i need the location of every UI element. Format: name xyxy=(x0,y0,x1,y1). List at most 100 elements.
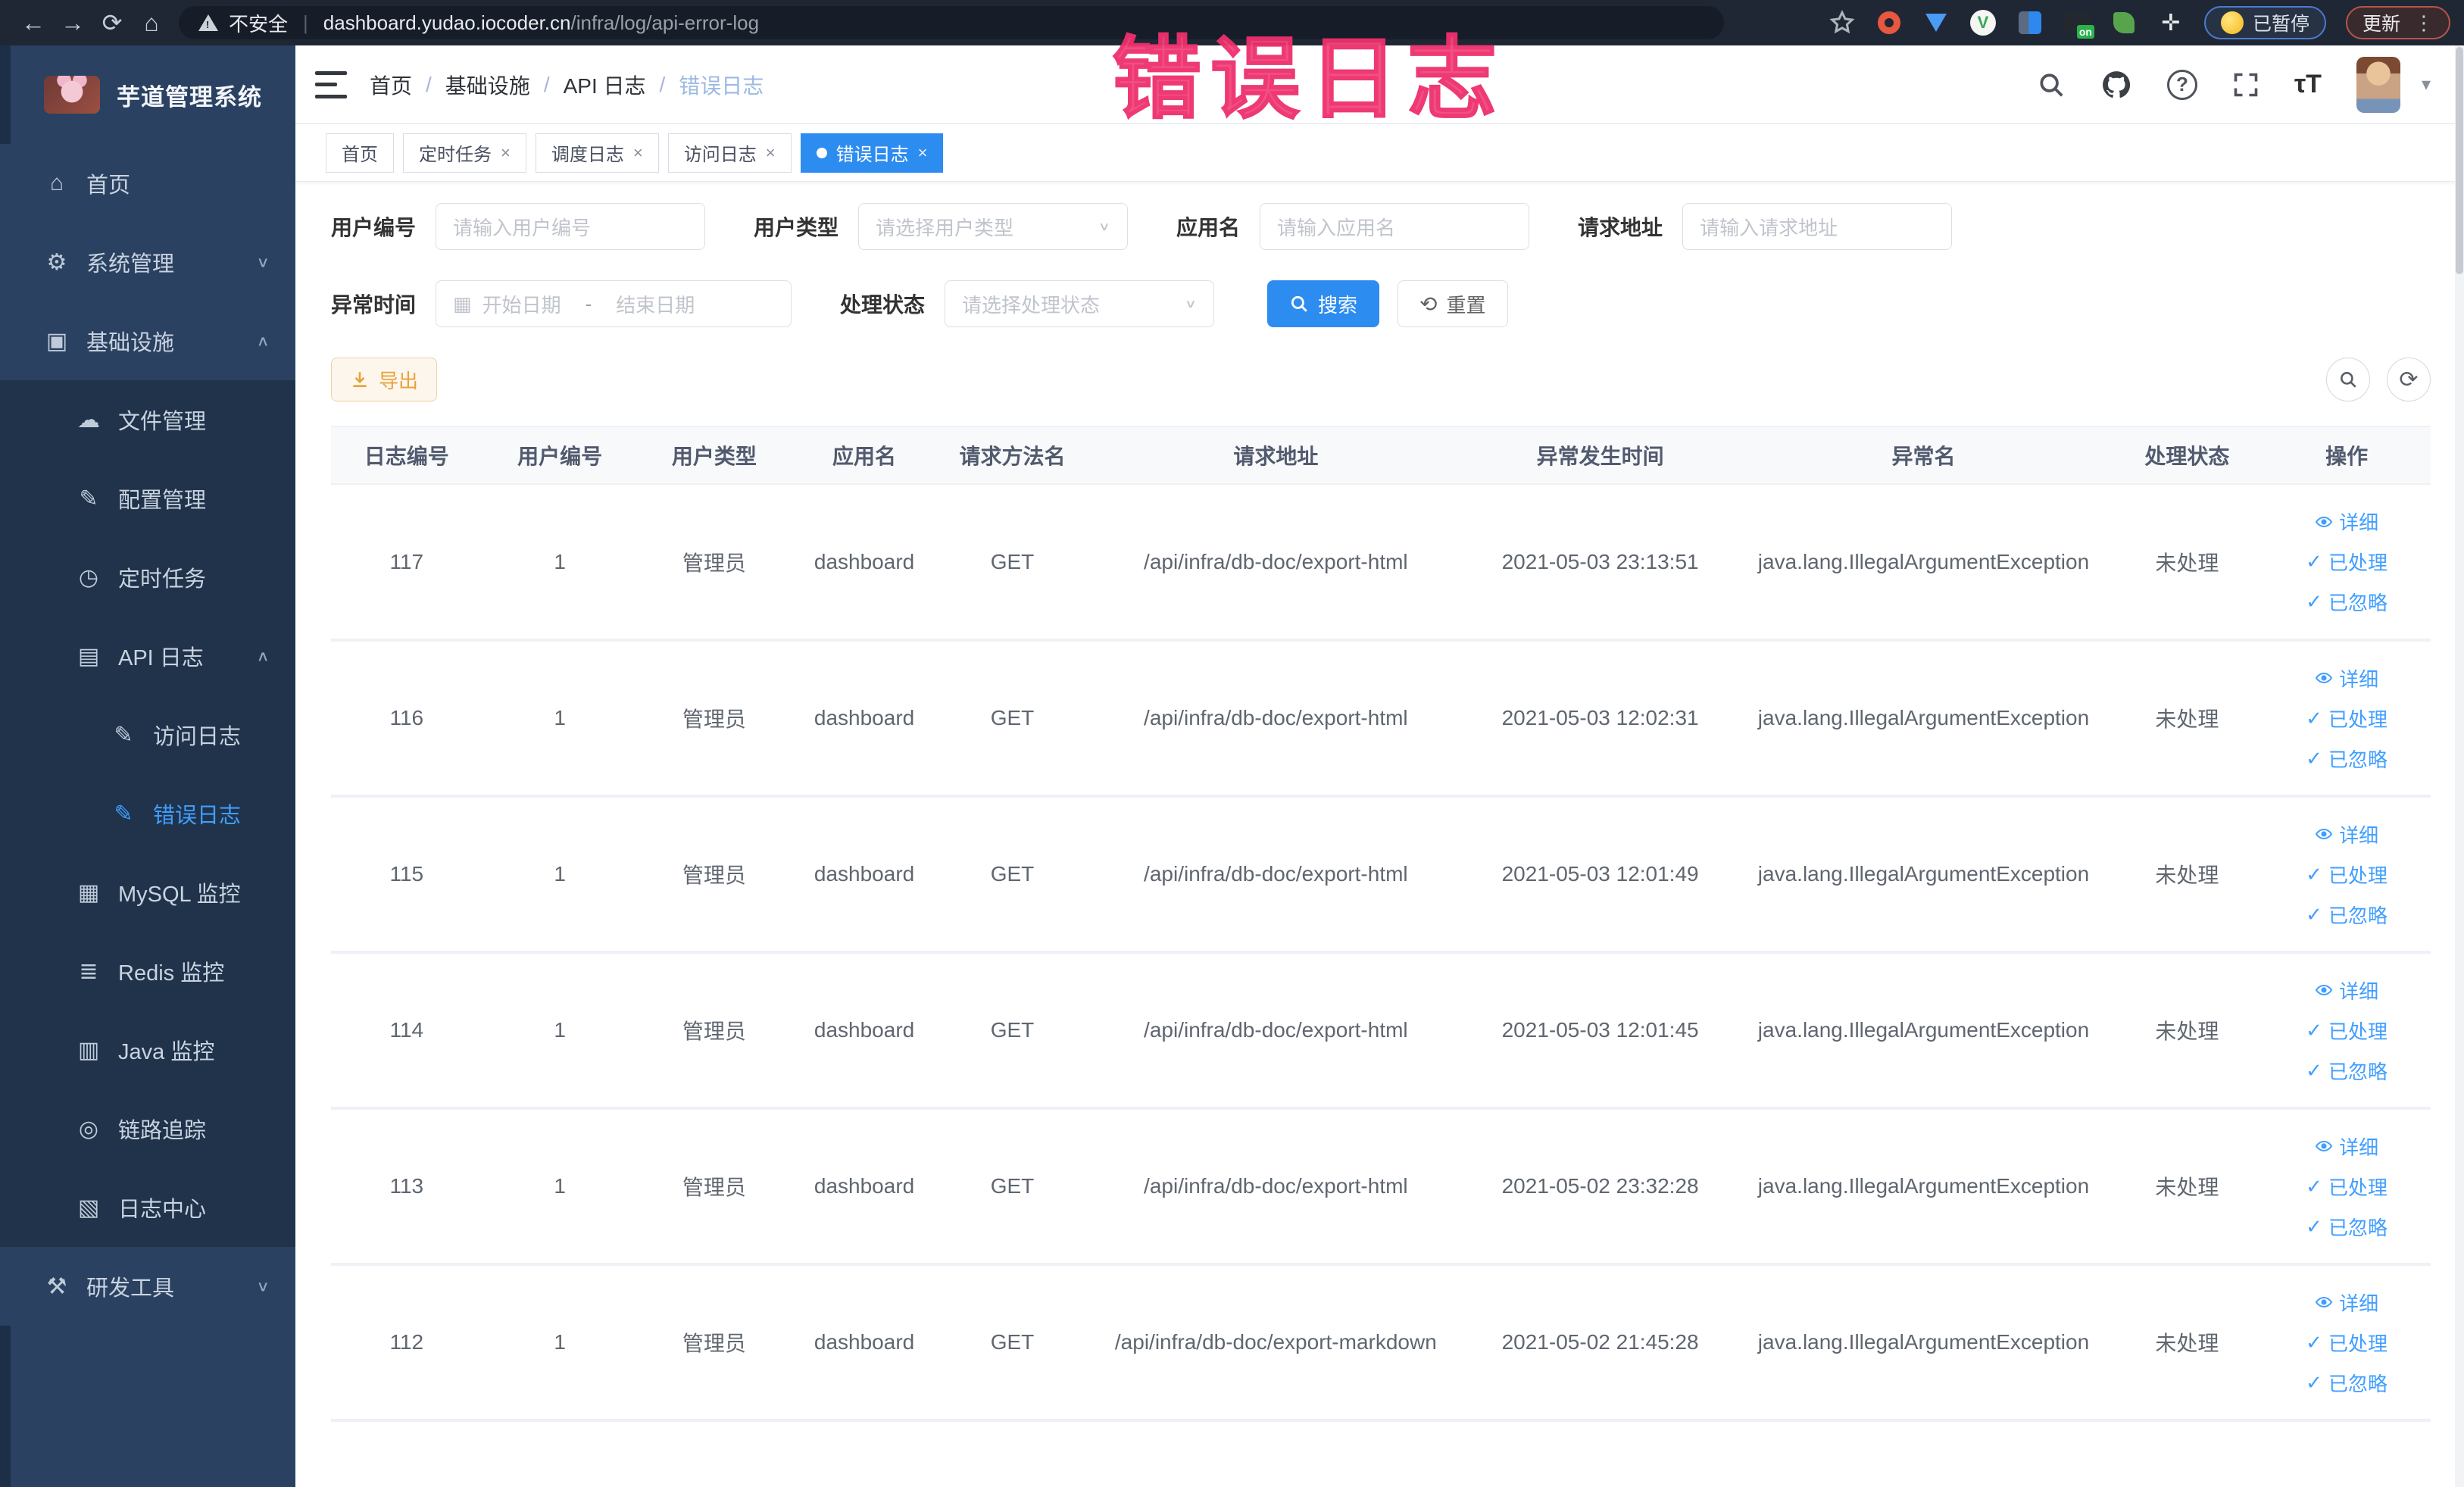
sidebar-item-系统管理[interactable]: ⚙ 系统管理 ∨ xyxy=(0,223,295,301)
browser-menu-icon[interactable]: ⋮ xyxy=(2414,11,2434,35)
cell-user-id: 1 xyxy=(482,796,638,954)
processed-link[interactable]: ✓ 已处理 xyxy=(2306,548,2387,576)
sidebar-item-文件管理[interactable]: ☁ 文件管理 xyxy=(0,380,295,459)
sidebar-item-基础设施[interactable]: ▣ 基础设施 ∧ xyxy=(0,301,295,380)
app-name-input[interactable]: 请输入应用名 xyxy=(1260,203,1530,250)
action-label: 详细 xyxy=(2339,667,2379,691)
sidebar-menu: ⌂ 首页 ⚙ 系统管理 ∨ ▣ 基础设施 ∧ ☁ 文件管理 ✎ 配置管理 ◷ 定时任务 ▤ API 日志 ∧ ✎ 访… xyxy=(0,144,295,1326)
sidebar-toggle-icon[interactable] xyxy=(315,70,347,98)
sidebar-item-首页[interactable]: ⌂ 首页 xyxy=(0,144,295,223)
sidebar-item-Java 监控[interactable]: ▥ Java 监控 xyxy=(0,1011,295,1089)
extension-target-icon[interactable] xyxy=(1875,9,1903,36)
tab-调度日志[interactable]: 调度日志 × xyxy=(535,133,659,173)
cell-user-id: 1 xyxy=(482,952,638,1110)
detail-link[interactable]: 详细 xyxy=(2315,820,2378,848)
processed-link[interactable]: ✓ 已处理 xyxy=(2306,1329,2387,1357)
reset-button[interactable]: ⟲ 重置 xyxy=(1398,280,1508,327)
close-icon[interactable]: × xyxy=(766,143,776,163)
cell-exception-time: 2021-05-03 12:02:31 xyxy=(1464,640,1736,798)
browser-home-icon[interactable]: ⌂ xyxy=(132,0,171,45)
sidebar-item-MySQL 监控[interactable]: ▦ MySQL 监控 xyxy=(0,853,295,932)
detail-link[interactable]: 详细 xyxy=(2315,976,2378,1004)
cell-user-type: 管理员 xyxy=(637,1264,792,1422)
action-label: 已处理 xyxy=(2328,708,2387,731)
tab-定时任务[interactable]: 定时任务 × xyxy=(403,133,526,173)
github-icon[interactable] xyxy=(2100,69,2132,101)
processed-link[interactable]: ✓ 已处理 xyxy=(2306,861,2387,889)
close-icon[interactable]: × xyxy=(918,143,928,163)
browser-forward-icon[interactable]: → xyxy=(53,0,92,45)
tab-错误日志[interactable]: 错误日志 × xyxy=(800,133,944,173)
ignored-link[interactable]: ✓ 已忽略 xyxy=(2306,1213,2387,1241)
sidebar-item-日志中心[interactable]: ▧ 日志中心 xyxy=(0,1168,295,1247)
exception-time-range-picker[interactable]: ▦ 开始日期 - 结束日期 xyxy=(436,280,792,327)
detail-link[interactable]: 详细 xyxy=(2315,664,2378,692)
processed-link[interactable]: ✓ 已处理 xyxy=(2306,1017,2387,1045)
detail-link[interactable]: 详细 xyxy=(2315,1132,2378,1161)
check-icon: ✓ xyxy=(2306,902,2322,926)
processed-link[interactable]: ✓ 已处理 xyxy=(2306,704,2387,733)
extension-switch-icon[interactable]: on xyxy=(2063,9,2094,39)
sidebar-item-label: 基础设施 xyxy=(86,331,175,355)
app-logo[interactable]: 芋道管理系统 xyxy=(0,45,295,144)
action-label: 已忽略 xyxy=(2328,1372,2387,1395)
processed-link[interactable]: ✓ 已处理 xyxy=(2306,1173,2387,1201)
user-id-input[interactable]: 请输入用户编号 xyxy=(436,203,706,250)
sidebar-item-Redis 监控[interactable]: ≣ Redis 监控 xyxy=(0,932,295,1011)
sidebar-item-错误日志[interactable]: ✎ 错误日志 xyxy=(0,774,295,853)
sidebar-item-研发工具[interactable]: ⚒ 研发工具 ∨ xyxy=(0,1247,295,1326)
fullscreen-icon[interactable] xyxy=(2232,71,2259,98)
help-icon[interactable]: ? xyxy=(2167,69,2197,100)
column-header-异常名: 异常名 xyxy=(1735,426,2112,485)
browser-back-icon[interactable]: ← xyxy=(14,0,53,45)
ignored-link[interactable]: ✓ 已忽略 xyxy=(2306,745,2387,773)
extension-drop-icon[interactable] xyxy=(1922,9,1950,36)
tab-访问日志[interactable]: 访问日志 × xyxy=(667,133,792,173)
paused-profile-badge[interactable]: 已暂停 xyxy=(2203,6,2326,39)
refresh-table-button[interactable]: ⟳ xyxy=(2387,358,2431,401)
sidebar-item-定时任务[interactable]: ◷ 定时任务 xyxy=(0,538,295,617)
ignored-link[interactable]: ✓ 已忽略 xyxy=(2306,1057,2387,1085)
ignored-link[interactable]: ✓ 已忽略 xyxy=(2306,588,2387,616)
page-scrollbar[interactable] xyxy=(2455,45,2464,1487)
ignored-link[interactable]: ✓ 已忽略 xyxy=(2306,901,2387,929)
user-menu-caret-icon[interactable]: ▾ xyxy=(2422,73,2431,95)
close-icon[interactable]: × xyxy=(501,143,511,163)
detail-link[interactable]: 详细 xyxy=(2315,1289,2378,1317)
user-avatar[interactable] xyxy=(2356,56,2400,113)
search-button[interactable]: 搜索 xyxy=(1267,280,1380,327)
breadcrumb-item[interactable]: API 日志 xyxy=(564,70,646,100)
sidebar-item-链路追踪[interactable]: ◎ 链路追踪 xyxy=(0,1089,295,1168)
action-label: 已处理 xyxy=(2328,864,2387,887)
bookmark-star-icon[interactable] xyxy=(1828,9,1856,36)
breadcrumb-item[interactable]: 基础设施 xyxy=(445,70,530,100)
process-status-select[interactable]: 请选择处理状态 ∨ xyxy=(945,280,1215,327)
browser-reload-icon[interactable]: ⟳ xyxy=(92,0,132,45)
tab-首页[interactable]: 首页 xyxy=(326,133,394,173)
toggle-search-button[interactable] xyxy=(2326,358,2370,401)
sidebar-item-配置管理[interactable]: ✎ 配置管理 xyxy=(0,459,295,538)
user-type-select[interactable]: 请选择用户类型 ∨ xyxy=(858,203,1129,250)
scrollbar-thumb[interactable] xyxy=(2456,47,2463,274)
close-icon[interactable]: × xyxy=(633,143,643,163)
export-button[interactable]: 导出 xyxy=(331,358,438,401)
action-label: 已忽略 xyxy=(2328,904,2387,927)
sidebar-item-label: 配置管理 xyxy=(118,489,207,513)
extensions-puzzle-icon[interactable]: ✛ xyxy=(2157,9,2184,36)
extension-leaf-icon[interactable] xyxy=(2110,9,2138,36)
browser-update-button[interactable]: 更新 ⋮ xyxy=(2345,6,2450,39)
search-icon[interactable] xyxy=(2037,70,2066,99)
sidebar-item-访问日志[interactable]: ✎ 访问日志 xyxy=(0,695,295,774)
address-bar[interactable]: ! 不安全 | dashboard.yudao.iocoder.cn/infra… xyxy=(179,6,1724,39)
extension-v-icon[interactable]: V xyxy=(1969,9,1997,36)
doc-edit-icon: ✎ xyxy=(114,722,133,748)
ignored-link[interactable]: ✓ 已忽略 xyxy=(2306,1369,2387,1397)
detail-link[interactable]: 详细 xyxy=(2315,508,2378,536)
sidebar-item-API 日志[interactable]: ▤ API 日志 ∧ xyxy=(0,617,295,695)
font-size-icon[interactable]: τT xyxy=(2294,70,2322,99)
request-url-input[interactable]: 请输入请求地址 xyxy=(1682,203,1953,250)
cell-actions: 详细 ✓ 已处理 ✓ 已忽略 xyxy=(2263,952,2431,1110)
chevron-down-icon: ∨ xyxy=(1098,219,1111,233)
extension-grid-icon[interactable] xyxy=(2016,9,2044,36)
breadcrumb-item[interactable]: 首页 xyxy=(370,70,412,100)
